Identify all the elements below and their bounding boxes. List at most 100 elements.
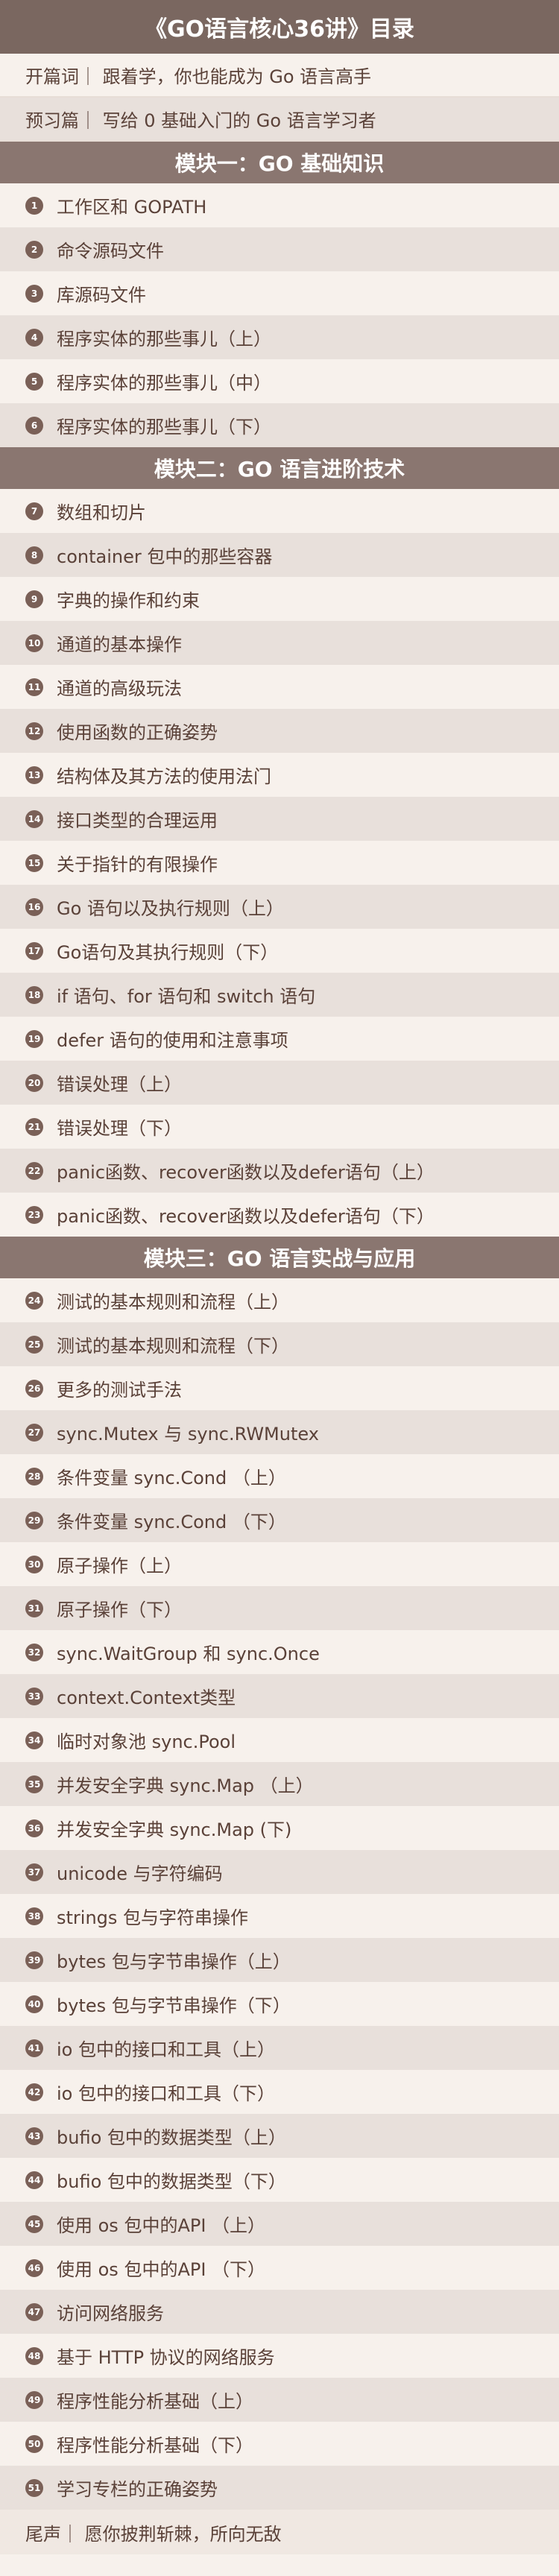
- lesson-number-badge: 48: [25, 2346, 43, 2365]
- toc-item[interactable]: 41 io 包中的接口和工具（上）: [0, 2026, 559, 2070]
- toc-item[interactable]: 34 临时对象池 sync.Pool: [0, 1718, 559, 1762]
- lesson-title: if 语句、for 语句和 switch 语句: [57, 986, 316, 1007]
- toc-item[interactable]: 29 条件变量 sync.Cond （下）: [0, 1498, 559, 1542]
- toc-item[interactable]: 46 使用 os 包中的API （下）: [0, 2246, 559, 2290]
- toc-item[interactable]: 32 sync.WaitGroup 和 sync.Once: [0, 1630, 559, 1674]
- toc-item[interactable]: 4 程序实体的那些事儿（上）: [0, 315, 559, 359]
- toc-item[interactable]: 44 bufio 包中的数据类型（下）: [0, 2158, 559, 2202]
- toc-item[interactable]: 26 更多的测试手法: [0, 1366, 559, 1410]
- toc-item[interactable]: 7 数组和切片: [0, 489, 559, 533]
- toc-item[interactable]: 37 unicode 与字符编码: [0, 1850, 559, 1894]
- toc-item[interactable]: 3 库源码文件: [0, 271, 559, 315]
- lesson-title: bytes 包与字节串操作（上）: [57, 1951, 291, 1972]
- toc-item[interactable]: 24 测试的基本规则和流程（上）: [0, 1278, 559, 1322]
- lesson-number-badge: 14: [25, 809, 43, 828]
- lesson-number-badge: 2: [25, 240, 43, 259]
- lesson-title: 关于指针的有限操作: [57, 854, 218, 875]
- lesson-number-badge: 38: [25, 1907, 43, 1925]
- toc-item[interactable]: 14 接口类型的合理运用: [0, 797, 559, 841]
- lesson-title: 结构体及其方法的使用法门: [57, 766, 271, 787]
- toc-item[interactable]: 13 结构体及其方法的使用法门: [0, 753, 559, 797]
- toc-sections: 模块一：GO 基础知识 1 工作区和 GOPATH 2 命令源码文件 3 库源码文件 4 程序实…: [0, 142, 559, 2510]
- lesson-title: panic函数、recover函数以及defer语句（上）: [57, 1162, 435, 1183]
- toc-item[interactable]: 9 字典的操作和约束: [0, 577, 559, 621]
- toc-item[interactable]: 1 工作区和 GOPATH: [0, 183, 559, 227]
- lesson-number-badge: 42: [25, 2083, 43, 2101]
- toc-item[interactable]: 49 程序性能分析基础（上）: [0, 2378, 559, 2422]
- toc-item[interactable]: 21 错误处理（下）: [0, 1105, 559, 1149]
- lesson-title: 学习专栏的正确姿势: [57, 2479, 218, 2500]
- lesson-number-badge: 22: [25, 1161, 43, 1180]
- toc-item[interactable]: 19 defer 语句的使用和注意事项: [0, 1017, 559, 1061]
- intro-preface[interactable]: 开篇词｜ 跟着学，你也能成为 Go 语言高手: [0, 54, 559, 98]
- lesson-title: bufio 包中的数据类型（上）: [57, 2127, 286, 2148]
- toc-item[interactable]: 31 原子操作（下）: [0, 1586, 559, 1630]
- lesson-number-badge: 33: [25, 1687, 43, 1705]
- toc-item[interactable]: 27 sync.Mutex 与 sync.RWMutex: [0, 1410, 559, 1454]
- toc-item[interactable]: 23 panic函数、recover函数以及defer语句（下）: [0, 1193, 559, 1237]
- lesson-number-badge: 28: [25, 1467, 43, 1486]
- toc-item[interactable]: 35 并发安全字典 sync.Map （上）: [0, 1762, 559, 1806]
- lesson-title: 条件变量 sync.Cond （上）: [57, 1468, 286, 1489]
- lesson-number-badge: 17: [25, 941, 43, 960]
- toc-item[interactable]: 16 Go 语句以及执行规则（上）: [0, 885, 559, 929]
- toc-item[interactable]: 45 使用 os 包中的API （上）: [0, 2202, 559, 2246]
- toc-item[interactable]: 6 程序实体的那些事儿（下）: [0, 403, 559, 447]
- toc-item[interactable]: 2 命令源码文件: [0, 227, 559, 271]
- lesson-number-badge: 7: [25, 502, 43, 520]
- lesson-number-badge: 5: [25, 372, 43, 391]
- lesson-number-badge: 37: [25, 1863, 43, 1881]
- lesson-title: 数组和切片: [57, 502, 146, 523]
- lesson-number-badge: 41: [25, 2039, 43, 2057]
- toc-item[interactable]: 20 错误处理（上）: [0, 1061, 559, 1105]
- toc-item[interactable]: 8 container 包中的那些容器: [0, 533, 559, 577]
- lesson-title: 错误处理（下）: [57, 1118, 182, 1139]
- toc-item[interactable]: 10 通道的基本操作: [0, 621, 559, 665]
- toc-item[interactable]: 25 测试的基本规则和流程（下）: [0, 1322, 559, 1366]
- toc-item[interactable]: 22 panic函数、recover函数以及defer语句（上）: [0, 1149, 559, 1193]
- lesson-title: 并发安全字典 sync.Map (下): [57, 1819, 292, 1840]
- lesson-number-badge: 44: [25, 2171, 43, 2189]
- toc-item[interactable]: 48 基于 HTTP 协议的网络服务: [0, 2334, 559, 2378]
- lesson-title: 库源码文件: [57, 285, 146, 306]
- toc-item[interactable]: 18 if 语句、for 语句和 switch 语句: [0, 973, 559, 1017]
- lesson-title: 通道的基本操作: [57, 634, 182, 655]
- lesson-title: 原子操作（下）: [57, 1600, 182, 1620]
- toc-item[interactable]: 39 bytes 包与字节串操作（上）: [0, 1938, 559, 1982]
- toc-item[interactable]: 11 通道的高级玩法: [0, 665, 559, 709]
- lesson-title: 并发安全字典 sync.Map （上）: [57, 1775, 314, 1796]
- lesson-number-badge: 13: [25, 765, 43, 784]
- toc-item[interactable]: 38 strings 包与字符串操作: [0, 1894, 559, 1938]
- lesson-title: io 包中的接口和工具（下）: [57, 2083, 275, 2104]
- lesson-title: 使用函数的正确姿势: [57, 722, 218, 743]
- lesson-title: 程序实体的那些事儿（上）: [57, 329, 271, 350]
- lesson-title: sync.Mutex 与 sync.RWMutex: [57, 1424, 319, 1445]
- toc-item[interactable]: 50 程序性能分析基础（下）: [0, 2422, 559, 2466]
- lesson-title: bytes 包与字节串操作（下）: [57, 1995, 291, 2016]
- lesson-title: 测试的基本规则和流程（上）: [57, 1292, 289, 1313]
- toc-item[interactable]: 40 bytes 包与字节串操作（下）: [0, 1982, 559, 2026]
- lesson-number-badge: 49: [25, 2390, 43, 2409]
- toc-item[interactable]: 15 关于指针的有限操作: [0, 841, 559, 885]
- toc-item[interactable]: 36 并发安全字典 sync.Map (下): [0, 1806, 559, 1850]
- toc-item[interactable]: 33 context.Context类型: [0, 1674, 559, 1718]
- lesson-number-badge: 39: [25, 1951, 43, 1969]
- toc-item[interactable]: 28 条件变量 sync.Cond （上）: [0, 1454, 559, 1498]
- toc-item[interactable]: 12 使用函数的正确姿势: [0, 709, 559, 753]
- intro-preview[interactable]: 预习篇｜ 写给 0 基础入门的 Go 语言学习者: [0, 98, 559, 142]
- toc-item[interactable]: 17 Go语句及其执行规则（下）: [0, 929, 559, 973]
- footer-epilogue[interactable]: 尾声｜ 愿你披荆斩棘，所向无敌: [0, 2510, 559, 2554]
- lesson-title: bufio 包中的数据类型（下）: [57, 2171, 286, 2192]
- lesson-number-badge: 36: [25, 1819, 43, 1837]
- lesson-title: strings 包与字符串操作: [57, 1907, 249, 1928]
- toc-item[interactable]: 30 原子操作（上）: [0, 1542, 559, 1586]
- lesson-number-badge: 21: [25, 1117, 43, 1136]
- toc-item[interactable]: 5 程序实体的那些事儿（中）: [0, 359, 559, 403]
- lesson-number-badge: 31: [25, 1599, 43, 1617]
- toc-item[interactable]: 51 学习专栏的正确姿势: [0, 2466, 559, 2510]
- lesson-title: 程序实体的那些事儿（中）: [57, 373, 271, 394]
- toc-item[interactable]: 42 io 包中的接口和工具（下）: [0, 2070, 559, 2114]
- lesson-number-badge: 34: [25, 1731, 43, 1749]
- toc-item[interactable]: 43 bufio 包中的数据类型（上）: [0, 2114, 559, 2158]
- toc-item[interactable]: 47 访问网络服务: [0, 2290, 559, 2334]
